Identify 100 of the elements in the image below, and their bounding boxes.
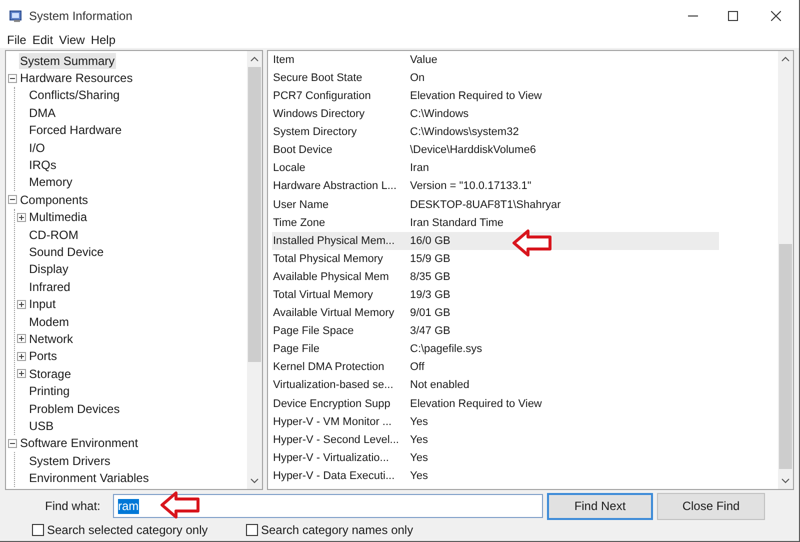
scroll-down-icon[interactable] [781,476,790,485]
table-row[interactable]: System Directory C:\Windows\system32 [272,123,719,142]
collapse-icon[interactable] [8,74,17,83]
column-header[interactable]: Item [272,52,406,68]
table-cell-text: Hyper-V - Virtualizatio... [272,450,390,466]
table-row[interactable]: Hyper-V - VM Monitor ... Yes [272,412,719,431]
close-icon [771,11,781,21]
expand-icon[interactable] [17,352,26,361]
tree-item[interactable]: I/O [28,140,46,156]
table-cell-text: Time Zone [272,216,326,231]
menu-item[interactable]: File [7,31,26,49]
table-cell-text: Windows Directory [272,107,366,122]
tree-item[interactable]: Memory [28,174,74,190]
table-cell-text: Locale [272,161,306,176]
tree-item[interactable]: Software Environment [19,435,140,452]
app-icon [9,9,23,23]
tree-item[interactable]: Components [19,192,90,208]
table-cell-text: Iran [409,161,429,176]
scroll-thumb[interactable] [779,244,792,469]
scrollbar[interactable] [778,51,793,489]
table-row[interactable]: Hyper-V - Virtualizatio... Yes [272,449,719,468]
scrollbar[interactable] [247,51,262,489]
scroll-up-icon[interactable] [250,55,259,64]
table-row[interactable]: Hyper-V - Second Level... Yes [272,430,719,450]
tree-item[interactable]: DMA [28,104,57,121]
tree-item[interactable]: System Summary [19,52,116,69]
tree-item[interactable]: Network [28,330,74,347]
table-cell-text: C:\pagefile.sys [409,342,482,358]
table-row[interactable]: Page File Space 3/47 GB [272,322,719,340]
table-cell-text: Elevation Required to View [409,88,542,104]
tree-item[interactable]: Hardware Resources [19,70,134,86]
tree-item[interactable]: Modem [28,314,70,330]
scroll-up-icon[interactable] [781,55,790,64]
find-field[interactable]: ram [113,494,543,518]
tree-item[interactable]: Environment Variables [28,470,150,486]
table-cell-text: System Directory [272,125,358,140]
table-row[interactable]: Installed Physical Mem... 16/0 GB [272,232,719,250]
table-row[interactable]: Windows Directory C:\Windows [272,105,719,124]
menu-item[interactable]: Help [90,31,116,49]
selected-text: ram [118,498,139,514]
table-cell-text: On [409,70,425,86]
scroll-thumb[interactable] [248,67,261,362]
tree-item[interactable]: Input [28,296,57,312]
table-row[interactable]: Kernel DMA Protection Off [272,358,719,377]
table-row[interactable]: Hardware Abstraction L... Version = "10.0.17133.1" [272,178,719,196]
tree-item[interactable]: System Drivers [28,452,112,469]
tree-item[interactable]: Multimedia [28,209,88,226]
table-row[interactable]: Hyper-V - Data Executi... Yes [272,467,719,486]
tree-item[interactable]: Ports [28,348,58,364]
tree-item[interactable]: USB [28,418,55,434]
close-find-button[interactable]: Close Find [657,492,765,520]
tree-item[interactable]: Sound Device [28,244,105,260]
checkbox[interactable] [32,524,44,536]
tree-item[interactable]: Problem Devices [28,400,121,416]
collapse-icon[interactable] [8,438,17,448]
column-header[interactable]: Value [406,52,438,68]
tree-item[interactable]: IRQs [28,157,58,174]
expand-icon[interactable] [17,334,26,344]
expand-icon[interactable] [17,300,26,309]
tree-item[interactable]: Forced Hardware [28,122,123,138]
table-row[interactable]: Total Virtual Memory 19/3 GB [272,286,719,304]
menu-item[interactable]: View [59,31,85,49]
menu-item[interactable]: Edit [32,31,54,49]
table-cell-text: Boot Device [272,143,334,158]
table-row[interactable]: Boot Device \Device\HarddiskVolume6 [272,141,719,160]
expand-icon[interactable] [17,212,26,222]
table-cell-text: Total Physical Memory [272,252,384,267]
tree-item[interactable]: Storage [28,366,72,382]
table-row[interactable]: Available Virtual Memory 9/01 GB [272,304,719,322]
table-row[interactable]: User Name DESKTOP-8UAF8T1\Shahryar [272,196,719,214]
checkbox[interactable] [246,524,258,536]
expand-icon[interactable] [17,369,26,378]
collapse-icon[interactable] [8,195,17,204]
table-cell-text: C:\Windows\system32 [409,125,519,140]
tree-item[interactable]: Display [28,261,70,278]
table-cell-text: Total Virtual Memory [272,288,374,304]
tree-item[interactable]: CD-ROM [28,226,80,243]
table-cell-text: Elevation Required to View [409,396,542,412]
table-row[interactable]: Secure Boot State On [272,69,719,88]
table-cell-text: Yes [409,450,428,466]
table-cell-text: Off [409,360,424,376]
find-next-button[interactable]: Find Next [547,492,653,520]
table-cell-text: Not enabled [409,378,470,394]
table-row[interactable]: Available Physical Mem 8/35 GB [272,268,719,286]
maximize-icon [728,11,738,21]
table-cell-text: Yes [409,414,428,430]
tree-item[interactable]: Printing [28,383,71,400]
table-row[interactable]: Time Zone Iran Standard Time [272,214,719,232]
table-cell-text: Hyper-V - Data Executi... [272,468,396,484]
table-row[interactable]: Locale Iran [272,160,719,178]
table-row[interactable]: PCR7 Configuration Elevation Required to View [272,87,719,106]
tree-item[interactable]: Conflicts/Sharing [28,87,121,104]
table-row[interactable]: Total Physical Memory 15/9 GB [272,250,719,268]
tree-item[interactable]: Infrared [28,278,72,295]
scroll-down-icon[interactable] [250,476,259,485]
table-cell-text: Secure Boot State [272,70,364,86]
table-row[interactable]: Device Encryption Supp Elevation Required to View [272,394,719,413]
table-row[interactable]: Virtualization-based se... Not enabled [272,376,719,395]
table-cell-text: Page File [272,342,320,358]
table-row[interactable]: Page File C:\pagefile.sys [272,340,719,359]
